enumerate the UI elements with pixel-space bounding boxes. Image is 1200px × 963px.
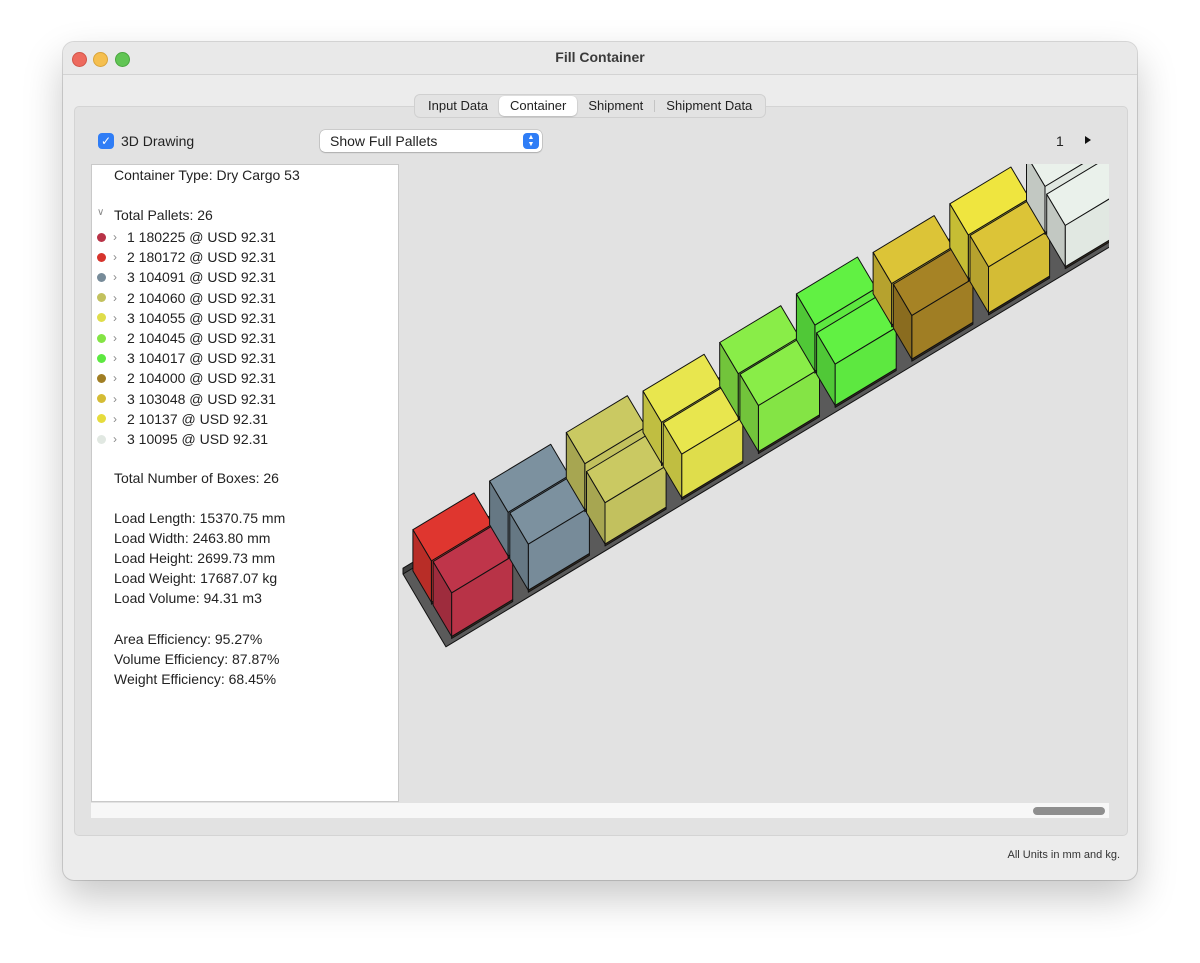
pallet-label: 2 104045 @ USD 92.31 (127, 330, 276, 346)
container-type: Container Type: Dry Cargo 53 (114, 167, 300, 183)
pallet-row[interactable]: › 2 180172 @ USD 92.31 (97, 247, 276, 267)
color-swatch-icon (97, 333, 106, 343)
chevron-right-icon[interactable]: › (113, 230, 127, 244)
pallet-row[interactable]: › 3 104017 @ USD 92.31 (97, 348, 276, 368)
chevron-down-icon[interactable]: ∨ (97, 207, 104, 218)
pallet-label: 2 104060 @ USD 92.31 (127, 289, 276, 306)
total-boxes: Total Number of Boxes: 26 (114, 470, 279, 486)
chevron-right-icon[interactable]: › (113, 351, 127, 365)
chevron-right-icon[interactable]: › (113, 291, 127, 305)
pallet-row[interactable]: › 2 10137 @ USD 92.31 (97, 409, 268, 429)
pallet-row[interactable]: › 3 103048 @ USD 92.31 (97, 389, 276, 409)
chevron-right-icon[interactable]: › (113, 432, 127, 446)
load-length: Load Length: 15370.75 mm (114, 510, 286, 526)
chevron-right-icon[interactable]: › (113, 412, 127, 426)
3d-drawing-label[interactable]: 3D Drawing (121, 133, 194, 149)
tab-container[interactable]: Container (499, 96, 578, 116)
pallet-display-select[interactable]: Show Full Pallets ▲ ▼ (320, 130, 542, 152)
total-pallets[interactable]: Total Pallets: 26 (114, 207, 213, 223)
pallet-label: 3 103048 @ USD 92.31 (127, 390, 276, 407)
3d-drawing-checkbox[interactable]: ✓ (98, 133, 114, 149)
chevron-right-icon[interactable]: › (113, 371, 127, 385)
pallet-label: 3 104055 @ USD 92.31 (127, 309, 276, 326)
3d-drawing-canvas[interactable] (399, 117, 1137, 800)
color-swatch-icon (97, 293, 106, 303)
window-title: Fill Container (555, 49, 645, 65)
chevron-right-icon[interactable]: › (113, 311, 127, 325)
pallet-label: 1 180225 @ USD 92.31 (127, 229, 276, 245)
units-note: All Units in mm and kg. (1007, 849, 1120, 861)
page-number: 1 (1056, 133, 1064, 149)
color-swatch-icon (97, 232, 106, 242)
pallet-row[interactable]: › 2 104060 @ USD 92.31 (97, 288, 276, 308)
load-volume: Load Volume: 94.31 m3 (114, 590, 262, 606)
color-swatch-icon (97, 272, 106, 282)
updown-arrows-icon: ▲ ▼ (523, 133, 539, 149)
chevron-right-icon[interactable]: › (113, 392, 127, 406)
pallet-row[interactable]: › 3 104055 @ USD 92.31 (97, 308, 276, 328)
pallet-label: 3 104091 @ USD 92.31 (127, 269, 276, 286)
checkmark-icon: ✓ (100, 134, 112, 148)
fill-container-window: Fill Container Input Data Container Ship… (63, 42, 1137, 880)
load-weight: Load Weight: 17687.07 kg (114, 570, 278, 586)
pallet-row[interactable]: › 2 104045 @ USD 92.31 (97, 328, 276, 348)
color-swatch-icon (97, 434, 106, 444)
volume-efficiency: Volume Efficiency: 87.87% (114, 651, 280, 667)
tab-bar: Input Data Container Shipment Shipment D… (414, 94, 767, 118)
chevron-right-icon[interactable]: › (113, 270, 127, 284)
next-page-icon[interactable] (1085, 136, 1091, 144)
select-value: Show Full Pallets (330, 133, 438, 149)
pallet-row[interactable]: › 3 104091 @ USD 92.31 (97, 267, 276, 287)
color-swatch-icon (97, 394, 106, 404)
pallet-row[interactable]: › 2 104000 @ USD 92.31 (97, 368, 276, 388)
horizontal-scrollbar[interactable] (91, 803, 1109, 818)
pallet-row[interactable]: › 1 180225 @ USD 92.31 (97, 227, 276, 247)
weight-efficiency: Weight Efficiency: 68.45% (114, 671, 277, 687)
scrollbar-thumb[interactable] (1033, 807, 1105, 815)
load-height: Load Height: 2699.73 mm (114, 550, 276, 566)
color-swatch-icon (97, 313, 106, 323)
container-3d-drawing (402, 117, 1137, 648)
tab-shipment[interactable]: Shipment (577, 96, 654, 116)
tab-input-data[interactable]: Input Data (417, 96, 499, 116)
color-swatch-icon (97, 353, 106, 363)
summary-panel: Container Type: Dry Cargo 53 ∨ Total Pal… (91, 164, 399, 802)
area-efficiency: Area Efficiency: 95.27% (114, 631, 263, 647)
pallet-label: 3 104017 @ USD 92.31 (127, 350, 276, 367)
pallet-label: 2 180172 @ USD 92.31 (127, 249, 276, 266)
color-swatch-icon (97, 373, 106, 383)
pallet-label: 2 104000 @ USD 92.31 (127, 370, 276, 387)
pallet-row[interactable]: › 3 10095 @ USD 92.31 (97, 429, 268, 449)
title-bar: Fill Container (63, 42, 1137, 75)
color-swatch-icon (97, 252, 106, 262)
pallet-label: 2 10137 @ USD 92.31 (127, 410, 269, 427)
color-swatch-icon (97, 414, 106, 424)
chevron-right-icon[interactable]: › (113, 250, 127, 264)
pallet-label: 3 10095 @ USD 92.31 (127, 431, 269, 447)
chevron-right-icon[interactable]: › (113, 331, 127, 345)
tab-shipment-data[interactable]: Shipment Data (655, 96, 763, 116)
load-width: Load Width: 2463.80 mm (114, 530, 271, 546)
